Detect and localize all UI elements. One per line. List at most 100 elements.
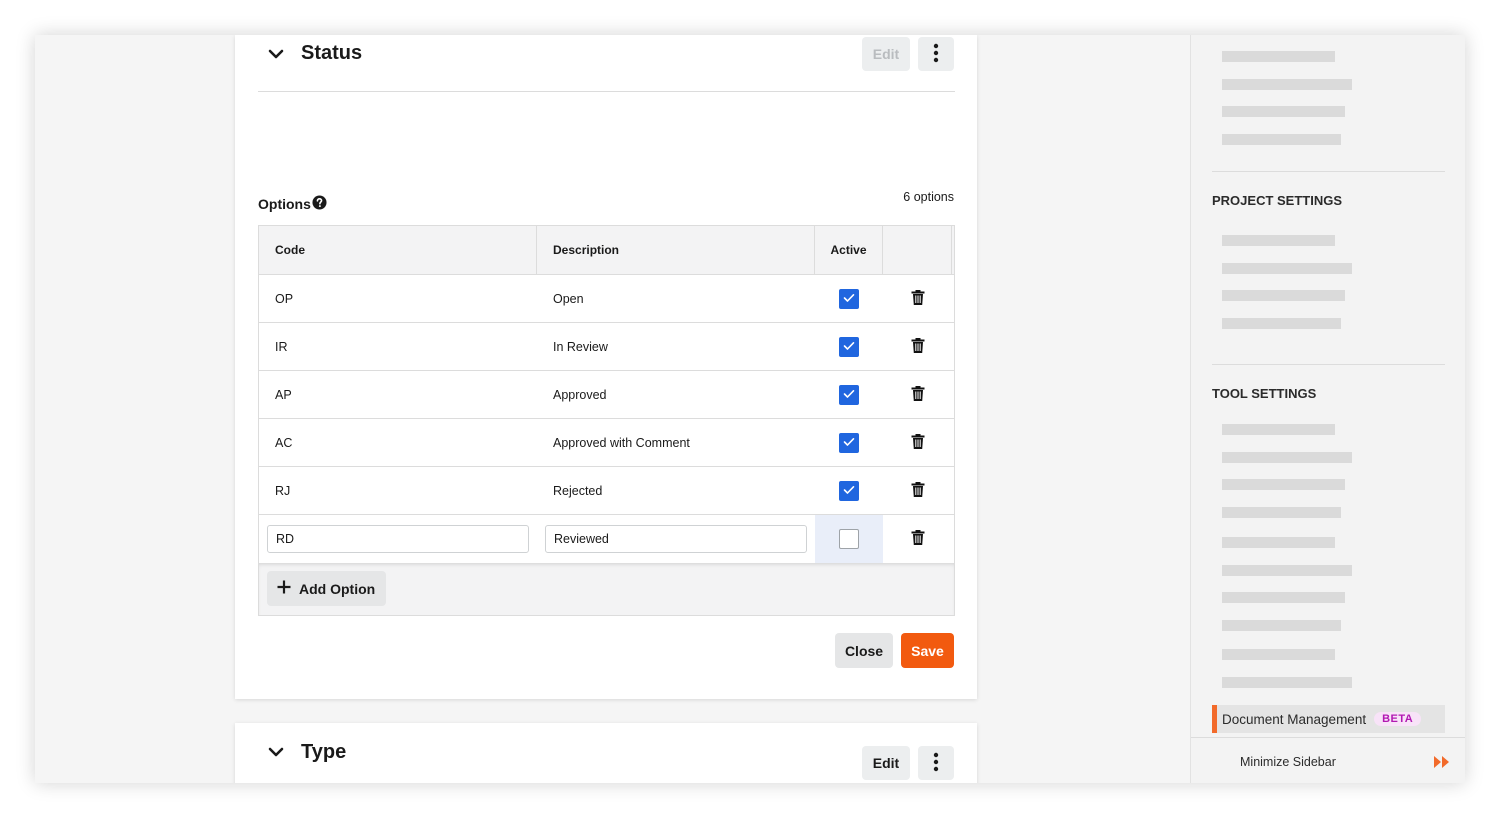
table-row-editing xyxy=(259,515,954,563)
minimize-sidebar-link[interactable]: Minimize Sidebar xyxy=(1240,755,1336,769)
beta-badge: BETA xyxy=(1374,712,1422,726)
column-header-description[interactable]: Description xyxy=(537,226,815,274)
trash-icon[interactable] xyxy=(911,530,925,548)
delete-cell xyxy=(883,515,952,563)
sidebar-placeholder xyxy=(1222,318,1341,329)
column-header-actions xyxy=(883,226,952,274)
options-table: Code Description Active OP Open IR In Revie… xyxy=(258,225,955,616)
code-cell[interactable]: RJ xyxy=(259,467,537,514)
active-checkbox[interactable] xyxy=(839,432,859,453)
active-cell xyxy=(815,515,883,563)
active-checkbox[interactable] xyxy=(839,384,859,405)
options-heading: Options xyxy=(258,195,327,213)
table-row: RJ Rejected xyxy=(259,467,954,515)
description-cell[interactable]: Rejected xyxy=(537,467,815,514)
checkmark-icon xyxy=(843,484,855,498)
active-cell xyxy=(815,467,883,514)
active-checkbox[interactable] xyxy=(839,288,859,309)
table-header: Code Description Active xyxy=(259,226,954,275)
active-cell xyxy=(815,419,883,466)
active-cell xyxy=(815,275,883,322)
code-cell[interactable]: AC xyxy=(259,419,537,466)
status-section-card: Status Edit Options 6 options Code Descr… xyxy=(235,35,977,699)
trash-icon[interactable] xyxy=(911,337,925,356)
description-cell[interactable]: Approved with Comment xyxy=(537,419,815,466)
options-label: Options xyxy=(258,196,311,212)
checkmark-icon xyxy=(843,388,855,402)
sidebar-placeholder xyxy=(1222,649,1335,660)
trash-icon[interactable] xyxy=(911,481,925,500)
chevron-down-icon[interactable] xyxy=(267,743,285,761)
sidebar-placeholder xyxy=(1222,620,1341,631)
section-title: Status xyxy=(301,42,363,64)
code-cell[interactable]: OP xyxy=(259,275,537,322)
plus-icon xyxy=(277,580,291,597)
type-section-card: Type Edit xyxy=(235,723,977,783)
column-header-code[interactable]: Code xyxy=(259,226,537,274)
active-checkbox[interactable] xyxy=(839,529,859,549)
sidebar-footer: Minimize Sidebar xyxy=(1191,737,1465,783)
code-cell[interactable]: IR xyxy=(259,323,537,370)
description-cell xyxy=(537,515,815,563)
sidebar-placeholder xyxy=(1222,479,1345,490)
sidebar-divider xyxy=(1212,364,1445,365)
sidebar-item-document-management[interactable]: Document Management BETA xyxy=(1212,705,1445,733)
section-divider xyxy=(258,91,955,92)
description-input[interactable] xyxy=(545,525,807,553)
description-cell[interactable]: In Review xyxy=(537,323,815,370)
tool-settings-heading: TOOL SETTINGS xyxy=(1212,386,1317,401)
sidebar-placeholder xyxy=(1222,290,1345,301)
edit-button[interactable]: Edit xyxy=(862,37,910,71)
double-chevron-right-icon[interactable] xyxy=(1433,755,1451,774)
sidebar-placeholder xyxy=(1222,134,1341,145)
description-cell[interactable]: Approved xyxy=(537,371,815,418)
add-option-button[interactable]: Add Option xyxy=(267,571,386,606)
table-footer: Add Option xyxy=(259,563,954,615)
checkmark-icon xyxy=(843,436,855,450)
app-frame: Status Edit Options 6 options Code Descr… xyxy=(35,35,1465,783)
settings-sidebar: PROJECT SETTINGS TOOL SETTINGS Document … xyxy=(1190,35,1465,783)
sidebar-placeholder xyxy=(1222,424,1335,435)
trash-icon[interactable] xyxy=(911,433,925,452)
sidebar-placeholder xyxy=(1222,565,1352,576)
kebab-menu-icon xyxy=(933,752,939,775)
description-cell[interactable]: Open xyxy=(537,275,815,322)
project-settings-heading: PROJECT SETTINGS xyxy=(1212,193,1343,208)
sidebar-placeholder xyxy=(1222,592,1345,603)
active-cell xyxy=(815,371,883,418)
more-actions-button[interactable] xyxy=(918,37,954,71)
more-actions-button[interactable] xyxy=(918,746,954,780)
trash-icon[interactable] xyxy=(911,289,925,308)
kebab-menu-icon xyxy=(933,43,939,66)
table-row: OP Open xyxy=(259,275,954,323)
help-circle-icon[interactable] xyxy=(312,195,327,213)
column-header-active[interactable]: Active xyxy=(815,226,883,274)
sidebar-item-label: Document Management xyxy=(1222,711,1367,727)
active-checkbox[interactable] xyxy=(839,480,859,501)
sidebar-placeholder xyxy=(1222,677,1352,688)
active-cell xyxy=(815,323,883,370)
sidebar-placeholder xyxy=(1222,537,1335,548)
add-option-label: Add Option xyxy=(299,580,376,597)
delete-cell xyxy=(883,323,952,370)
edit-button[interactable]: Edit xyxy=(862,746,910,780)
checkmark-icon xyxy=(843,292,855,306)
trash-icon[interactable] xyxy=(911,385,925,404)
table-row: AC Approved with Comment xyxy=(259,419,954,467)
checkmark-icon xyxy=(843,340,855,354)
table-row: IR In Review xyxy=(259,323,954,371)
delete-cell xyxy=(883,275,952,322)
table-body: OP Open IR In Review AP Approved AC Approved wi… xyxy=(259,275,954,515)
sidebar-placeholder xyxy=(1222,263,1352,274)
table-row: AP Approved xyxy=(259,371,954,419)
code-input[interactable] xyxy=(267,525,529,553)
chevron-down-icon[interactable] xyxy=(267,45,285,63)
sidebar-placeholder xyxy=(1222,452,1352,463)
save-button[interactable]: Save xyxy=(901,633,954,668)
delete-cell xyxy=(883,371,952,418)
delete-cell xyxy=(883,419,952,466)
code-cell[interactable]: AP xyxy=(259,371,537,418)
sidebar-divider xyxy=(1212,171,1445,172)
close-button[interactable]: Close xyxy=(835,633,893,668)
active-checkbox[interactable] xyxy=(839,336,859,357)
